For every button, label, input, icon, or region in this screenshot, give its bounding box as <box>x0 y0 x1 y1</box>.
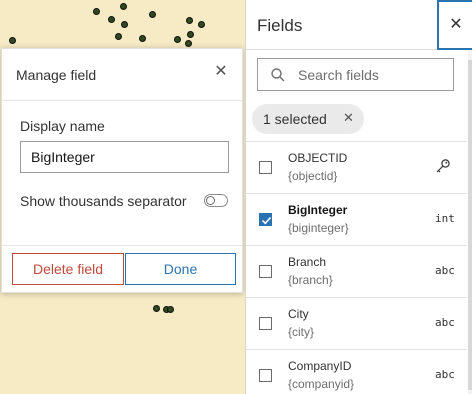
scrollbar[interactable] <box>468 50 472 394</box>
field-type: abc <box>435 264 455 277</box>
map-point[interactable] <box>153 305 160 312</box>
field-row[interactable]: CompanyID {companyid} abc <box>246 349 467 394</box>
scrollbar-thumb[interactable] <box>468 60 472 390</box>
close-icon[interactable]: ✕ <box>343 110 354 126</box>
map-point[interactable] <box>187 31 194 38</box>
field-name: BigInteger <box>288 203 348 217</box>
map-point[interactable] <box>120 3 127 10</box>
map-point[interactable] <box>185 40 192 47</box>
map-point[interactable] <box>121 21 128 28</box>
search-input[interactable]: Search fields <box>257 58 454 91</box>
close-icon[interactable]: ✕ <box>212 63 230 81</box>
map-point[interactable] <box>108 16 115 23</box>
field-row[interactable]: City {city} abc <box>246 297 467 349</box>
done-button[interactable]: Done <box>125 253 236 285</box>
field-type: abc <box>435 368 455 381</box>
map-point[interactable] <box>174 36 181 43</box>
map-point[interactable] <box>139 35 146 42</box>
thousands-separator-toggle[interactable] <box>204 194 228 207</box>
fields-panel: Fields ✕ Search fields 1 selected ✕ OBJE… <box>245 0 472 394</box>
map-point[interactable] <box>93 8 100 15</box>
panel-header: Fields ✕ <box>246 0 472 50</box>
delete-field-button[interactable]: Delete field <box>12 253 124 285</box>
map-point[interactable] <box>149 11 156 18</box>
field-alias: {city} <box>288 325 315 339</box>
thousands-separator-label: Show thousands separator <box>20 193 187 209</box>
dialog-footer: Delete field Done <box>2 245 242 293</box>
panel-title: Fields <box>257 16 303 35</box>
checkmark-icon <box>261 216 272 225</box>
field-checkbox[interactable] <box>259 161 272 174</box>
field-alias: {biginteger} <box>288 221 349 235</box>
field-list: OBJECTID {objectid} BigInteger {biginteg… <box>246 141 467 394</box>
field-name: Branch <box>288 255 327 269</box>
field-name: City <box>288 307 309 321</box>
field-row[interactable]: OBJECTID {objectid} <box>246 141 467 193</box>
field-checkbox[interactable] <box>259 265 272 278</box>
map-point[interactable] <box>9 37 16 44</box>
selected-chip[interactable]: 1 selected ✕ <box>252 104 364 134</box>
dialog-title: Manage field <box>16 67 97 83</box>
search-icon <box>271 68 285 82</box>
field-name: OBJECTID <box>288 151 348 165</box>
close-icon[interactable]: ✕ <box>437 0 472 50</box>
field-alias: {objectid} <box>288 169 338 183</box>
map-point[interactable] <box>198 21 205 28</box>
display-name-input[interactable]: BigInteger <box>20 141 229 173</box>
manage-field-dialog: Manage field ✕ Display name BigInteger S… <box>1 48 243 293</box>
field-checkbox[interactable] <box>259 317 272 330</box>
field-checkbox[interactable] <box>259 369 272 382</box>
display-name-label: Display name <box>20 118 105 134</box>
search-placeholder: Search fields <box>298 67 379 83</box>
map-point[interactable] <box>115 33 122 40</box>
field-name: CompanyID <box>288 359 352 373</box>
field-type: int <box>435 212 455 225</box>
key-icon <box>436 159 450 173</box>
dialog-header: Manage field ✕ <box>2 49 242 101</box>
map-point[interactable] <box>186 17 193 24</box>
toggle-knob <box>206 196 215 205</box>
field-row[interactable]: Branch {branch} abc <box>246 245 467 297</box>
field-checkbox[interactable] <box>259 213 272 226</box>
field-alias: {companyid} <box>288 377 355 391</box>
field-alias: {branch} <box>288 273 333 287</box>
field-row[interactable]: BigInteger {biginteger} int <box>246 193 467 245</box>
field-type: abc <box>435 316 455 329</box>
selected-chip-label: 1 selected <box>263 111 327 127</box>
map-point[interactable] <box>167 306 174 313</box>
